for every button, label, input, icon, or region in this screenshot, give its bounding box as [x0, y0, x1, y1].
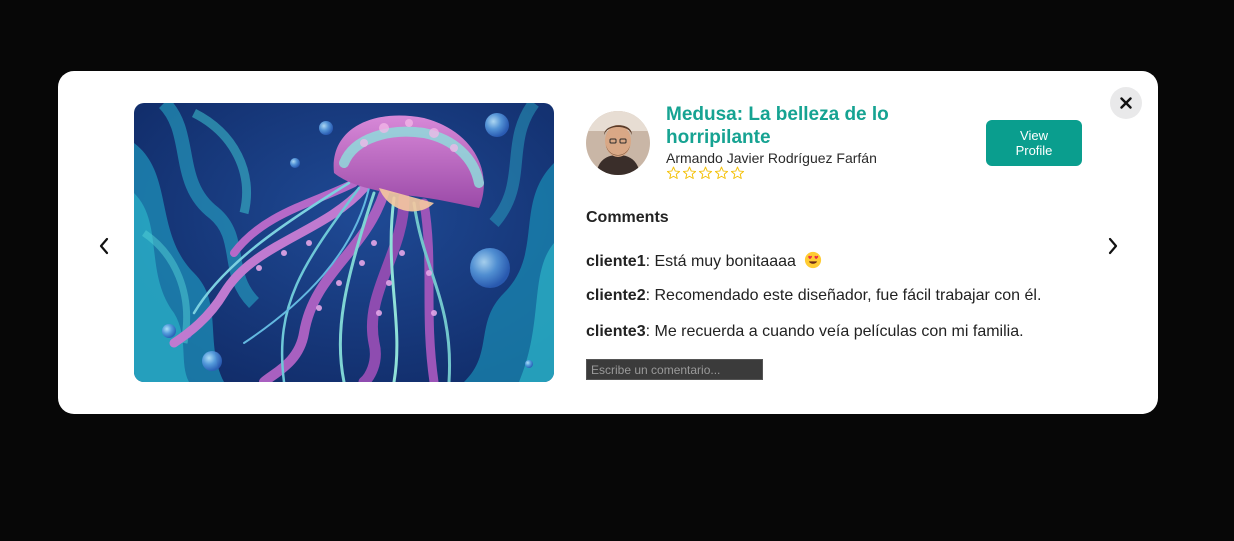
smiling-face-with-heart-eyes-icon	[805, 251, 822, 269]
star-outline-icon[interactable]	[682, 165, 697, 181]
chevron-left-icon	[99, 237, 109, 255]
star-outline-icon[interactable]	[698, 165, 713, 181]
comment-input[interactable]	[586, 359, 763, 380]
comment-item: cliente2: Recomendado este diseñador, fu…	[586, 287, 1042, 304]
star-outline-icon[interactable]	[666, 165, 681, 181]
next-button[interactable]	[1103, 236, 1123, 256]
modal-backdrop[interactable]: Medusa: La belleza de lo horripilante Ar…	[0, 0, 1234, 541]
comments-heading: Comments	[586, 209, 669, 226]
comment-text: Me recuerda a cuando veía películas con …	[654, 323, 1024, 340]
comment-user: cliente2	[586, 287, 646, 304]
author-name[interactable]: Armando Javier Rodríguez Farfán	[666, 150, 877, 166]
author-avatar[interactable]	[586, 111, 650, 175]
comment-item: cliente3: Me recuerda a cuando veía pelí…	[586, 323, 1024, 340]
comment-text: Está muy bonitaaaa	[654, 253, 796, 270]
comment-text: Recomendado este diseñador, fue fácil tr…	[654, 287, 1042, 304]
comment-item: cliente1: Está muy bonitaaaa	[586, 251, 822, 271]
star-outline-icon[interactable]	[714, 165, 729, 181]
close-button[interactable]	[1110, 87, 1142, 119]
close-icon	[1120, 97, 1132, 109]
chevron-right-icon	[1108, 237, 1118, 255]
rating-stars	[666, 165, 745, 181]
post-title: Medusa: La belleza de lo horripilante	[666, 104, 889, 148]
view-profile-button[interactable]: View Profile	[986, 120, 1082, 166]
comment-user: cliente1	[586, 253, 646, 270]
star-outline-icon[interactable]	[730, 165, 745, 181]
comment-user: cliente3	[586, 323, 646, 340]
post-artwork-image	[134, 103, 554, 382]
previous-button[interactable]	[94, 236, 114, 256]
